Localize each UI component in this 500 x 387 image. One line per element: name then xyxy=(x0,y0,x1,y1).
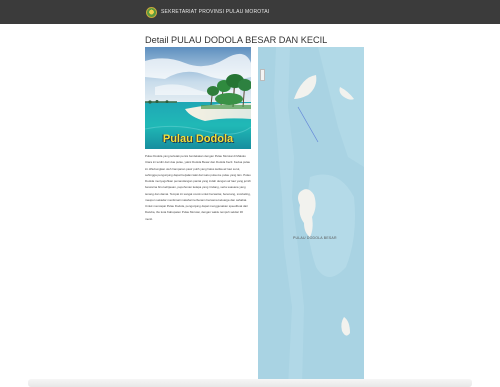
map-place-label: PULAU DODOLA BESAR xyxy=(293,236,337,240)
page-title: Detail PULAU DODOLA BESAR DAN KECIL xyxy=(145,35,328,45)
map-canvas[interactable] xyxy=(258,47,364,387)
map-panel[interactable]: PULAU DODOLA BESAR xyxy=(258,47,364,387)
top-navbar: SEKRETARIAT PROVINSI PULAU MOROTAI xyxy=(0,0,500,24)
bottom-scroll-shadow xyxy=(28,379,472,387)
description-text: Pulau Dodola yang terletak persis berdek… xyxy=(145,154,251,221)
emblem-logo-icon xyxy=(146,6,157,18)
zoom-control[interactable] xyxy=(260,69,265,81)
brand-title: SEKRETARIAT PROVINSI PULAU MOROTAI xyxy=(161,9,270,15)
island-photo: Pulau Dodola xyxy=(145,47,251,149)
photo-caption: Pulau Dodola xyxy=(162,133,234,145)
brand[interactable]: SEKRETARIAT PROVINSI PULAU MOROTAI xyxy=(146,6,269,18)
